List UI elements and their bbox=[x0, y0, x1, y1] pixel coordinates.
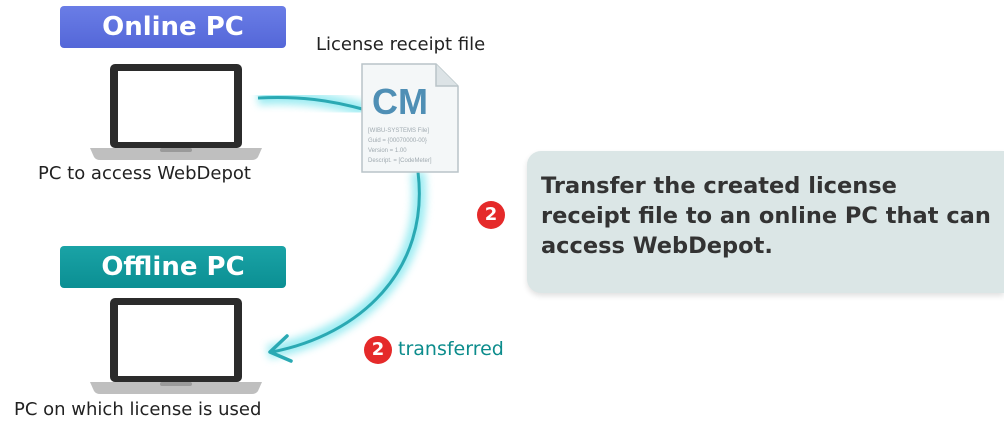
svg-text:Descript. = [CodeMeter]: Descript. = [CodeMeter] bbox=[368, 158, 432, 164]
step-2-badge: 2 bbox=[477, 201, 505, 229]
transferred-label: transferred bbox=[398, 338, 504, 360]
step-2-transfer-badge: 2 bbox=[364, 336, 392, 364]
online-laptop-icon bbox=[90, 64, 262, 160]
instruction-callout: Transfer the created license receipt fil… bbox=[527, 151, 1004, 293]
offline-laptop-icon bbox=[90, 298, 262, 394]
svg-text:Version = 1.00: Version = 1.00 bbox=[368, 148, 407, 154]
offline-pc-badge: Offline PC bbox=[60, 246, 286, 288]
instruction-text: Transfer the created license receipt fil… bbox=[541, 173, 991, 259]
online-pc-caption: PC to access WebDepot bbox=[38, 163, 251, 184]
file-icon-text: CM bbox=[372, 81, 428, 122]
svg-text:[WIBU-SYSTEMS File]: [WIBU-SYSTEMS File] bbox=[368, 128, 429, 134]
svg-text:Guid = {00070000-00}: Guid = {00070000-00} bbox=[368, 138, 427, 144]
license-file-icon: CM [WIBU-SYSTEMS File] Guid = {00070000-… bbox=[361, 63, 459, 173]
license-file-label: License receipt file bbox=[316, 34, 486, 55]
online-pc-badge: Online PC bbox=[60, 6, 286, 48]
offline-pc-caption: PC on which license is used bbox=[14, 399, 262, 420]
